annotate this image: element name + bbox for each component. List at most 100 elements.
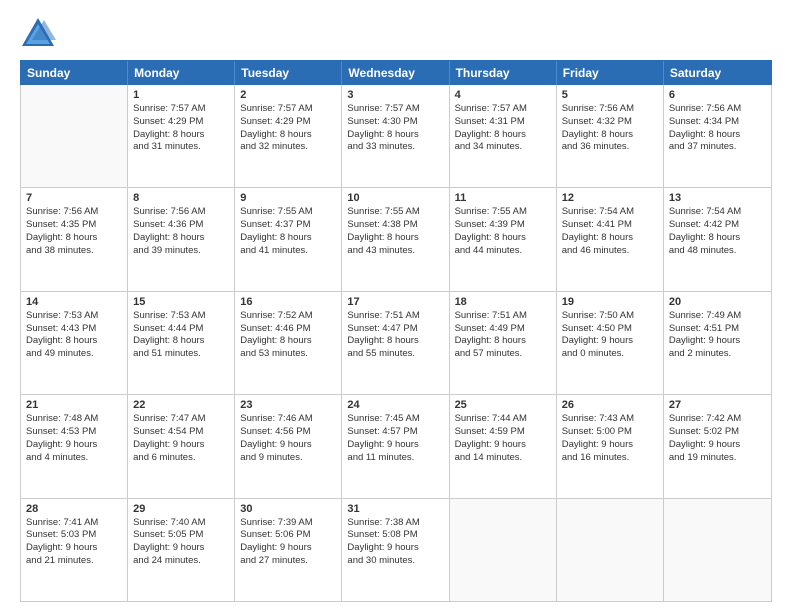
calendar-cell: 1Sunrise: 7:57 AMSunset: 4:29 PMDaylight… [128, 85, 235, 187]
day-info-line: Daylight: 8 hours [562, 232, 658, 245]
calendar-cell: 14Sunrise: 7:53 AMSunset: 4:43 PMDayligh… [21, 292, 128, 394]
day-number: 16 [240, 296, 336, 308]
day-info-line: Sunrise: 7:42 AM [669, 413, 766, 426]
day-info-line: and 9 minutes. [240, 452, 336, 465]
day-info-line: Sunset: 4:57 PM [347, 426, 443, 439]
day-info-line: Sunrise: 7:57 AM [240, 103, 336, 116]
calendar-cell: 29Sunrise: 7:40 AMSunset: 5:05 PMDayligh… [128, 499, 235, 601]
day-info-line: Sunrise: 7:57 AM [347, 103, 443, 116]
day-number: 29 [133, 503, 229, 515]
day-info-line: Sunset: 5:08 PM [347, 529, 443, 542]
day-info-line: Daylight: 9 hours [26, 542, 122, 555]
day-info-line: and 32 minutes. [240, 141, 336, 154]
page: SundayMondayTuesdayWednesdayThursdayFrid… [0, 0, 792, 612]
day-number: 22 [133, 399, 229, 411]
calendar-row-4: 28Sunrise: 7:41 AMSunset: 5:03 PMDayligh… [21, 499, 771, 601]
calendar-cell: 22Sunrise: 7:47 AMSunset: 4:54 PMDayligh… [128, 395, 235, 497]
day-info-line: Daylight: 8 hours [455, 129, 551, 142]
day-info-line: and 19 minutes. [669, 452, 766, 465]
day-info-line: Daylight: 8 hours [669, 129, 766, 142]
calendar-cell: 5Sunrise: 7:56 AMSunset: 4:32 PMDaylight… [557, 85, 664, 187]
day-info-line: Daylight: 9 hours [133, 542, 229, 555]
day-info-line: and 55 minutes. [347, 348, 443, 361]
day-info-line: Sunrise: 7:49 AM [669, 310, 766, 323]
calendar-cell: 16Sunrise: 7:52 AMSunset: 4:46 PMDayligh… [235, 292, 342, 394]
day-info-line: and 44 minutes. [455, 245, 551, 258]
day-info-line: Sunrise: 7:53 AM [26, 310, 122, 323]
day-info-line: and 41 minutes. [240, 245, 336, 258]
calendar-cell: 4Sunrise: 7:57 AMSunset: 4:31 PMDaylight… [450, 85, 557, 187]
day-info-line: Sunrise: 7:57 AM [133, 103, 229, 116]
day-info-line: Sunrise: 7:57 AM [455, 103, 551, 116]
day-info-line: Daylight: 8 hours [133, 335, 229, 348]
day-info-line: and 14 minutes. [455, 452, 551, 465]
calendar-cell: 18Sunrise: 7:51 AMSunset: 4:49 PMDayligh… [450, 292, 557, 394]
day-info-line: Daylight: 8 hours [455, 232, 551, 245]
calendar-cell: 21Sunrise: 7:48 AMSunset: 4:53 PMDayligh… [21, 395, 128, 497]
day-info-line: Sunrise: 7:39 AM [240, 517, 336, 530]
day-info-line: Sunset: 4:29 PM [240, 116, 336, 129]
day-info-line: Daylight: 9 hours [347, 439, 443, 452]
day-number: 6 [669, 89, 766, 101]
header [20, 16, 772, 52]
day-info-line: Sunset: 4:59 PM [455, 426, 551, 439]
day-number: 27 [669, 399, 766, 411]
day-info-line: Sunset: 4:38 PM [347, 219, 443, 232]
day-info-line: Daylight: 8 hours [240, 129, 336, 142]
day-info-line: Sunset: 4:34 PM [669, 116, 766, 129]
day-info-line: Sunset: 4:39 PM [455, 219, 551, 232]
day-info-line: Daylight: 8 hours [133, 129, 229, 142]
day-number: 24 [347, 399, 443, 411]
day-number: 17 [347, 296, 443, 308]
calendar-cell: 7Sunrise: 7:56 AMSunset: 4:35 PMDaylight… [21, 188, 128, 290]
day-info-line: and 11 minutes. [347, 452, 443, 465]
day-info-line: Sunset: 5:03 PM [26, 529, 122, 542]
day-info-line: Daylight: 8 hours [669, 232, 766, 245]
calendar-cell: 17Sunrise: 7:51 AMSunset: 4:47 PMDayligh… [342, 292, 449, 394]
calendar-cell: 30Sunrise: 7:39 AMSunset: 5:06 PMDayligh… [235, 499, 342, 601]
day-info-line: Sunset: 4:32 PM [562, 116, 658, 129]
day-info-line: and 39 minutes. [133, 245, 229, 258]
day-header-monday: Monday [128, 61, 235, 85]
calendar-row-3: 21Sunrise: 7:48 AMSunset: 4:53 PMDayligh… [21, 395, 771, 498]
day-info-line: Sunset: 4:53 PM [26, 426, 122, 439]
calendar-row-1: 7Sunrise: 7:56 AMSunset: 4:35 PMDaylight… [21, 188, 771, 291]
day-info-line: Sunrise: 7:48 AM [26, 413, 122, 426]
day-info-line: Daylight: 9 hours [562, 439, 658, 452]
day-info-line: and 30 minutes. [347, 555, 443, 568]
calendar-cell: 8Sunrise: 7:56 AMSunset: 4:36 PMDaylight… [128, 188, 235, 290]
calendar-cell: 11Sunrise: 7:55 AMSunset: 4:39 PMDayligh… [450, 188, 557, 290]
calendar-row-2: 14Sunrise: 7:53 AMSunset: 4:43 PMDayligh… [21, 292, 771, 395]
calendar-cell: 10Sunrise: 7:55 AMSunset: 4:38 PMDayligh… [342, 188, 449, 290]
day-info-line: Sunrise: 7:46 AM [240, 413, 336, 426]
day-info-line: Sunrise: 7:56 AM [133, 206, 229, 219]
calendar-cell [21, 85, 128, 187]
logo-icon [20, 16, 56, 52]
calendar-cell: 24Sunrise: 7:45 AMSunset: 4:57 PMDayligh… [342, 395, 449, 497]
day-number: 5 [562, 89, 658, 101]
day-header-saturday: Saturday [664, 61, 771, 85]
day-info-line: and 27 minutes. [240, 555, 336, 568]
day-info-line: Sunrise: 7:44 AM [455, 413, 551, 426]
calendar-cell: 3Sunrise: 7:57 AMSunset: 4:30 PMDaylight… [342, 85, 449, 187]
day-info-line: Daylight: 8 hours [562, 129, 658, 142]
day-number: 7 [26, 192, 122, 204]
day-info-line: Daylight: 8 hours [347, 232, 443, 245]
day-info-line: Sunrise: 7:52 AM [240, 310, 336, 323]
day-info-line: Daylight: 8 hours [26, 232, 122, 245]
day-info-line: and 34 minutes. [455, 141, 551, 154]
day-info-line: Daylight: 9 hours [133, 439, 229, 452]
day-info-line: Sunset: 5:02 PM [669, 426, 766, 439]
day-info-line: Daylight: 8 hours [347, 335, 443, 348]
day-number: 30 [240, 503, 336, 515]
day-info-line: Sunset: 5:05 PM [133, 529, 229, 542]
day-header-friday: Friday [557, 61, 664, 85]
day-info-line: Sunset: 4:56 PM [240, 426, 336, 439]
day-info-line: Sunset: 5:06 PM [240, 529, 336, 542]
day-number: 23 [240, 399, 336, 411]
calendar-cell: 25Sunrise: 7:44 AMSunset: 4:59 PMDayligh… [450, 395, 557, 497]
day-info-line: Sunrise: 7:55 AM [455, 206, 551, 219]
logo [20, 16, 60, 52]
day-number: 2 [240, 89, 336, 101]
day-info-line: and 31 minutes. [133, 141, 229, 154]
